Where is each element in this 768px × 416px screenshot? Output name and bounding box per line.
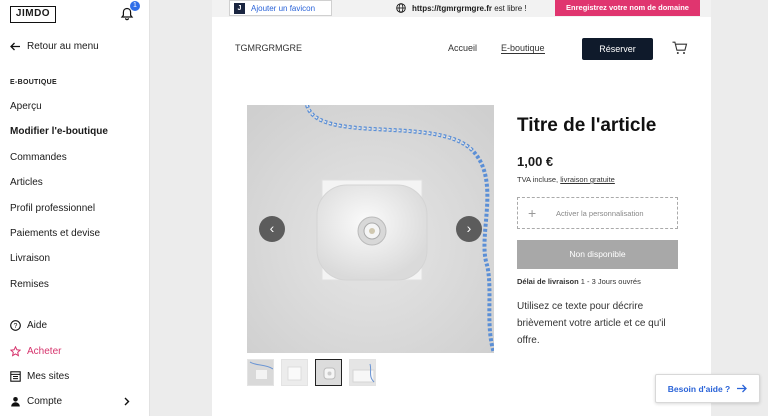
- unavailable-button[interactable]: Non disponible: [517, 240, 678, 269]
- sidebar-item-remises[interactable]: Remises: [10, 279, 49, 290]
- thumbnail-4[interactable]: [349, 359, 376, 386]
- star-icon: [10, 346, 21, 357]
- tax-text: TVA incluse,: [517, 175, 559, 184]
- arrow-right-icon: [737, 384, 748, 393]
- domain-suffix: est libre !: [494, 3, 527, 13]
- back-to-menu-link[interactable]: Retour au menu: [10, 41, 99, 52]
- svg-text:?: ?: [14, 323, 18, 330]
- thumbnail-2[interactable]: [281, 359, 308, 386]
- domain-availability: https://tgmrgrmgre.fr est libre !: [396, 3, 527, 13]
- chevron-right-icon[interactable]: [124, 397, 130, 406]
- jimdo-logo[interactable]: JIMDO: [10, 6, 56, 23]
- personalization-label: Activer la personnalisation: [556, 208, 644, 218]
- product-description: Utilisez ce texte pour décrire brièvemen…: [517, 301, 666, 346]
- notification-badge: 1: [130, 1, 140, 11]
- cart-icon[interactable]: [672, 41, 688, 55]
- back-label: Retour au menu: [27, 41, 99, 52]
- nav-eboutique[interactable]: E-boutique: [501, 43, 545, 54]
- prev-image-button[interactable]: ‹: [259, 216, 285, 242]
- tax-info: TVA incluse, livraison gratuite: [517, 175, 615, 184]
- sidebar-help[interactable]: ? Aide: [10, 320, 47, 331]
- sidebar-item-livraison[interactable]: Livraison: [10, 253, 50, 264]
- domain-name: https://tgmrgrmgre.fr: [412, 3, 492, 13]
- buy-label: Acheter: [27, 346, 62, 357]
- plus-icon: +: [528, 205, 537, 221]
- sidebar-item-modifier[interactable]: Modifier l'e-boutique: [10, 126, 108, 137]
- product-price: 1,00 €: [517, 154, 554, 169]
- thumbnail-1[interactable]: [247, 359, 274, 386]
- section-title: E-BOUTIQUE: [10, 79, 57, 86]
- delivery-time: Délai de livraison 1 - 3 Jours ouvrés: [517, 277, 641, 286]
- jimdo-j-icon: J: [234, 2, 245, 14]
- sidebar-my-sites[interactable]: Mes sites: [10, 371, 69, 382]
- personalization-toggle[interactable]: + Activer la personnalisation: [517, 197, 678, 229]
- register-domain-button[interactable]: Enregistrez votre nom de domaine: [555, 0, 700, 16]
- add-favicon-button[interactable]: J Ajouter un favicon: [229, 0, 332, 16]
- arrow-left-icon: [10, 42, 20, 51]
- sidebar-item-apercu[interactable]: Aperçu: [10, 101, 42, 112]
- site-name[interactable]: TGMRGRMGRE: [235, 43, 302, 53]
- product-title: Titre de l'article: [517, 115, 657, 136]
- sidebar-item-commandes[interactable]: Commandes: [10, 152, 67, 163]
- sidebar: JIMDO 1 Retour au menu E-BOUTIQUE Aperçu…: [0, 0, 150, 416]
- thumbnail-3[interactable]: [315, 359, 342, 386]
- sites-icon: [10, 371, 21, 382]
- sidebar-account[interactable]: Compte: [10, 396, 62, 407]
- nav-accueil[interactable]: Accueil: [448, 43, 477, 53]
- next-image-button[interactable]: ›: [456, 216, 482, 242]
- account-label: Compte: [27, 396, 63, 407]
- user-icon: [11, 397, 20, 407]
- sidebar-item-profil[interactable]: Profil professionnel: [10, 203, 95, 214]
- need-help-button[interactable]: Besoin d'aide ?: [655, 374, 760, 403]
- help-label: Aide: [27, 320, 48, 331]
- site-preview: J Ajouter un favicon https://tgmrgrmgre.…: [212, 0, 711, 416]
- sidebar-item-paiements[interactable]: Paiements et devise: [10, 228, 100, 239]
- preview-topbar: J Ajouter un favicon https://tgmrgrmgre.…: [212, 0, 711, 17]
- sidebar-buy[interactable]: Acheter: [10, 346, 61, 357]
- delivery-label: Délai de livraison: [517, 277, 579, 286]
- delivery-value: 1 - 3 Jours ouvrés: [580, 277, 641, 286]
- globe-icon: [396, 3, 406, 13]
- need-help-label: Besoin d'aide ?: [667, 383, 731, 394]
- favicon-label: Ajouter un favicon: [251, 3, 316, 13]
- help-icon: ?: [10, 320, 21, 331]
- free-shipping-link[interactable]: livraison gratuite: [560, 175, 615, 184]
- sidebar-item-articles[interactable]: Articles: [10, 177, 43, 188]
- reserve-button[interactable]: Réserver: [582, 38, 653, 60]
- sites-label: Mes sites: [27, 371, 70, 382]
